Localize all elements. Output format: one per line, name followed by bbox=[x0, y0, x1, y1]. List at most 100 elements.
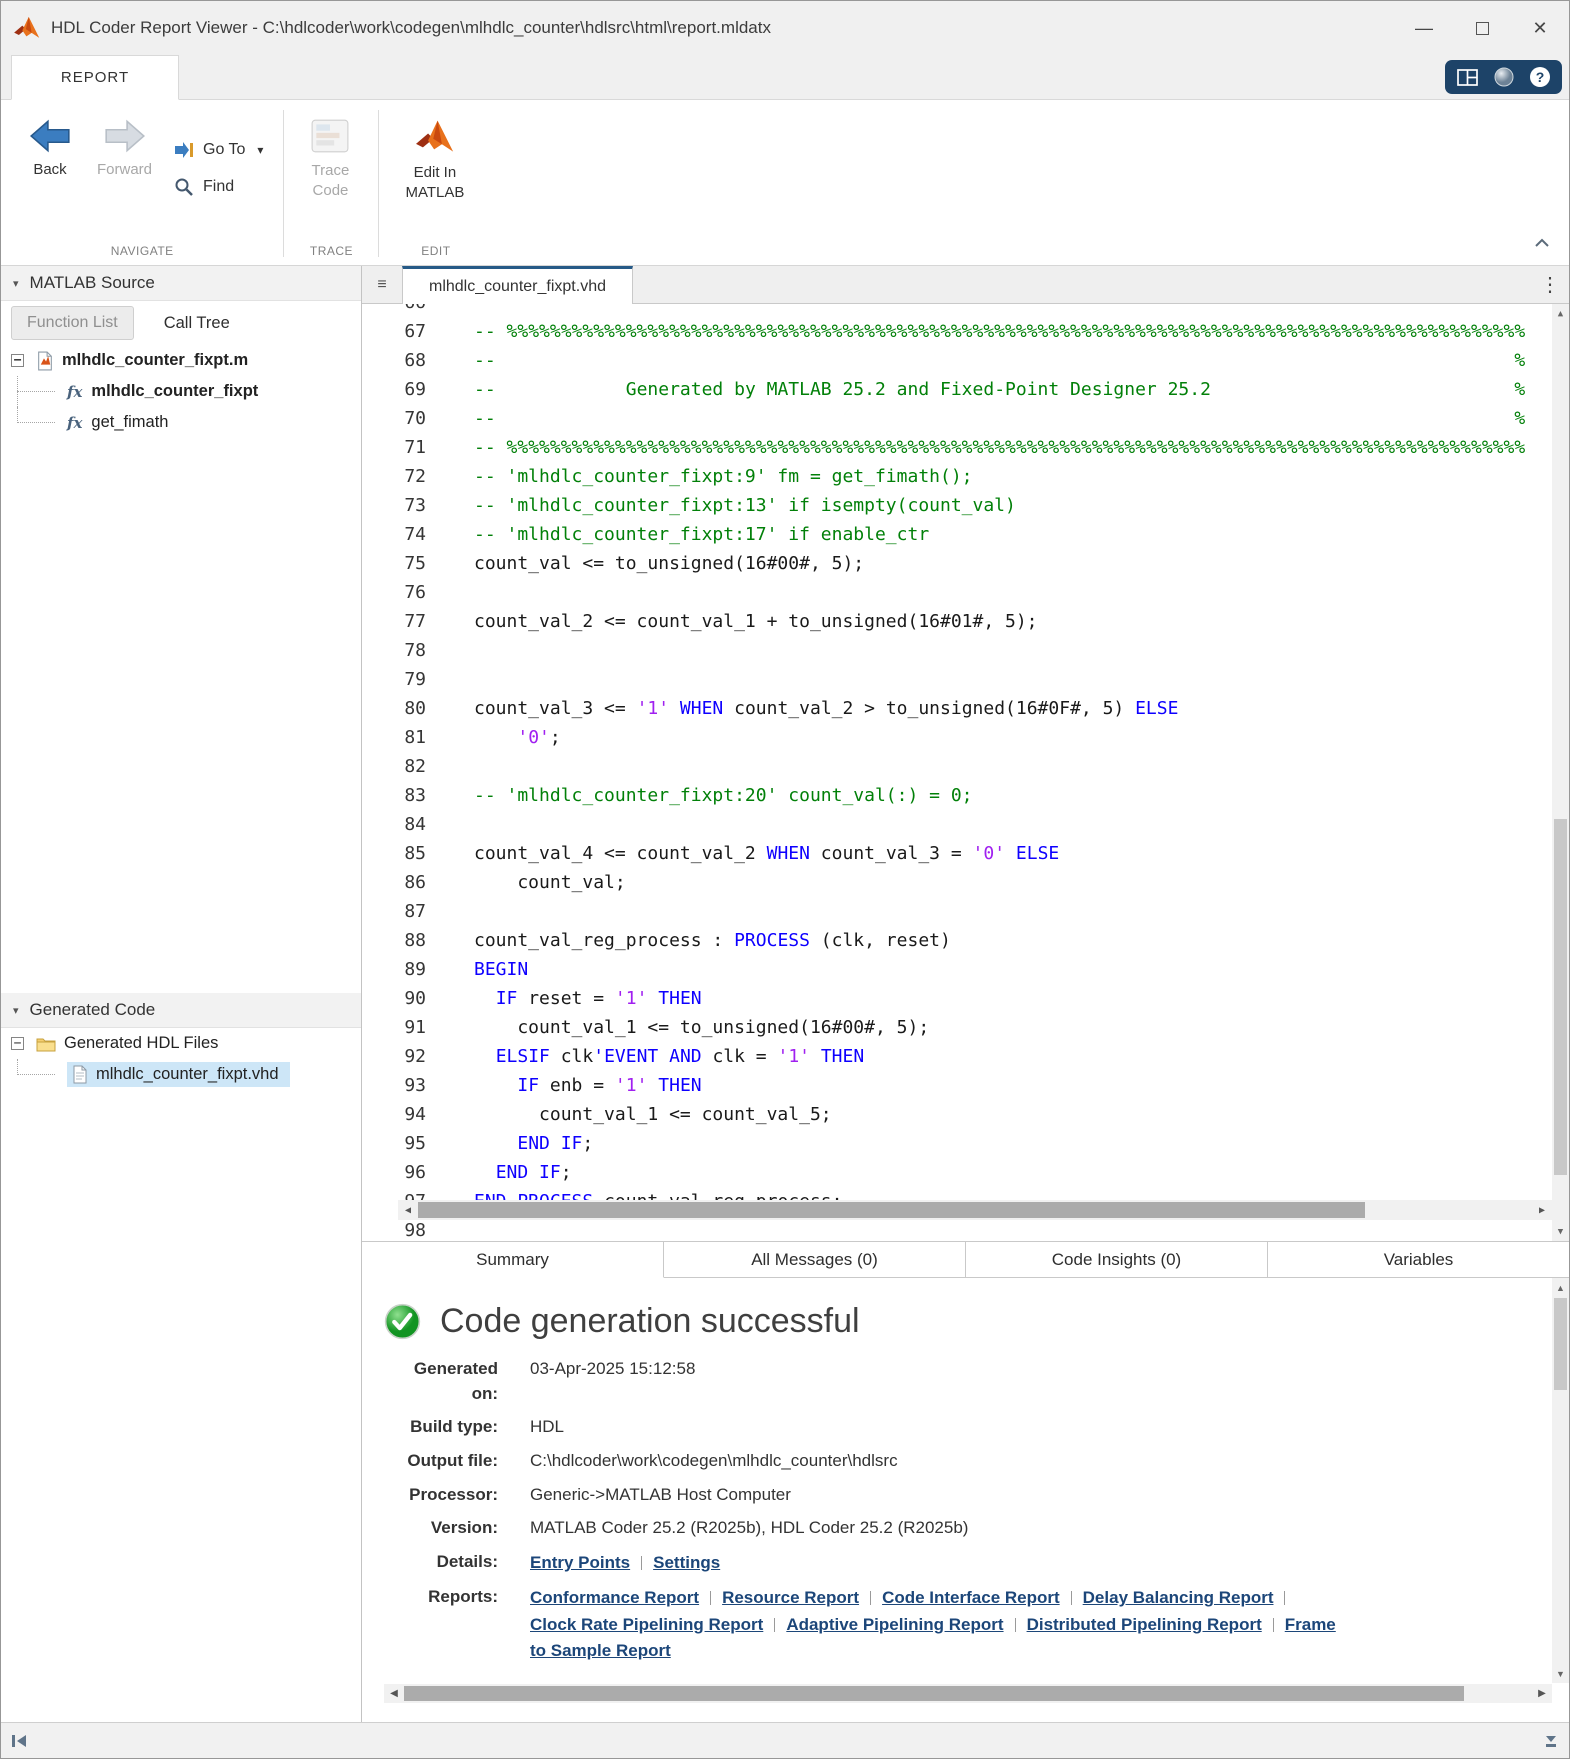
line-number: 92 bbox=[362, 1042, 426, 1071]
tab-all-messages[interactable]: All Messages (0) bbox=[664, 1242, 966, 1278]
scroll-down-arrow[interactable]: ▼ bbox=[1552, 1665, 1569, 1682]
summary-link[interactable]: Distributed Pipelining Report bbox=[1027, 1615, 1262, 1634]
summary-horizontal-scrollbar[interactable]: ◀ ▶ bbox=[384, 1684, 1552, 1703]
edit-in-matlab-button[interactable]: Edit In MATLAB bbox=[393, 110, 476, 210]
code-line: 85count_val_4 <= count_val_2 WHEN count_… bbox=[362, 839, 1552, 868]
minimize-button[interactable]: — bbox=[1395, 1, 1453, 55]
back-button[interactable]: Back bbox=[15, 110, 85, 186]
tree-collapse-icon[interactable]: − bbox=[11, 1037, 24, 1050]
tab-report[interactable]: REPORT bbox=[11, 55, 179, 100]
line-number: 73 bbox=[362, 491, 426, 520]
tab-overflow-icon[interactable]: ⋮ bbox=[1531, 266, 1569, 303]
scrollbar-thumb[interactable] bbox=[418, 1202, 1365, 1218]
code-text: IF reset = '1' THEN bbox=[426, 984, 702, 1013]
code-line: 71-- %%%%%%%%%%%%%%%%%%%%%%%%%%%%%%%%%%%… bbox=[362, 433, 1552, 462]
search-icon bbox=[174, 177, 194, 197]
edit-in-matlab-label: Edit In MATLAB bbox=[405, 163, 464, 202]
scroll-down-arrow[interactable]: ▼ bbox=[1552, 1223, 1569, 1240]
function-icon: fx bbox=[67, 414, 82, 432]
trace-code-label-line1: Trace bbox=[312, 161, 350, 181]
summary-link[interactable]: Conformance Report bbox=[530, 1588, 699, 1607]
tree-row[interactable]: fx mlhdlc_counter_fixpt bbox=[1, 376, 361, 407]
scrollbar-track[interactable] bbox=[418, 1200, 1532, 1220]
summary-field-value: 03-Apr-2025 15:12:58 bbox=[530, 1357, 1552, 1406]
summary-link[interactable]: Code Interface Report bbox=[882, 1588, 1060, 1607]
tree-collapse-icon[interactable]: − bbox=[11, 354, 24, 367]
find-button[interactable]: Find bbox=[174, 177, 263, 197]
code-token: count_val_2 <= count_val_1 + to_unsigned… bbox=[474, 611, 1038, 632]
code-token: PROCESS bbox=[734, 930, 810, 951]
summary-link[interactable]: Resource Report bbox=[722, 1588, 859, 1607]
scroll-up-arrow[interactable]: ▲ bbox=[1552, 305, 1569, 322]
tree-row[interactable]: − mlhdlc_counter_fixpt.m bbox=[1, 345, 361, 376]
line-number: 79 bbox=[362, 665, 426, 694]
summary-status-row: Code generation successful bbox=[384, 1302, 1552, 1341]
sidebar-spacer bbox=[1, 438, 361, 993]
editor-tab-bar: ≡ mlhdlc_counter_fixpt.vhd ⋮ bbox=[362, 266, 1569, 304]
goto-icon bbox=[174, 140, 194, 160]
code-line: 82 bbox=[362, 752, 1552, 781]
edit-in-matlab-label-line2: MATLAB bbox=[405, 183, 464, 203]
document-icon bbox=[72, 1065, 88, 1084]
code-text: BEGIN bbox=[426, 955, 528, 984]
title-bar: HDL Coder Report Viewer - C:\hdlcoder\wo… bbox=[1, 1, 1569, 55]
go-to-first-icon[interactable] bbox=[10, 1732, 28, 1750]
globe-icon[interactable] bbox=[1494, 67, 1514, 87]
scrollbar-thumb[interactable] bbox=[404, 1686, 1464, 1701]
tab-summary[interactable]: Summary bbox=[362, 1242, 664, 1278]
code-token: -- 'mlhdlc_counter_fixpt:17' if enable_c… bbox=[474, 524, 929, 545]
tree-row[interactable]: − Generated HDL Files bbox=[1, 1028, 361, 1059]
scroll-right-arrow[interactable]: ▶ bbox=[1532, 1684, 1552, 1704]
matlab-file-icon bbox=[36, 351, 54, 371]
editor-tab-active[interactable]: mlhdlc_counter_fixpt.vhd bbox=[402, 266, 633, 304]
quick-access-toolbar: ? bbox=[1445, 60, 1562, 94]
forward-button[interactable]: Forward bbox=[85, 110, 164, 186]
close-button[interactable]: ✕ bbox=[1511, 1, 1569, 55]
scrollbar-thumb[interactable] bbox=[1554, 819, 1567, 1175]
code-vertical-scrollbar[interactable]: ▲ ▼ bbox=[1552, 304, 1569, 1241]
summary-link[interactable]: Settings bbox=[653, 1553, 720, 1572]
matlab-source-header[interactable]: ▾ MATLAB Source bbox=[1, 266, 361, 301]
tab-variables[interactable]: Variables bbox=[1268, 1242, 1569, 1278]
tree-row-selected[interactable]: mlhdlc_counter_fixpt.vhd bbox=[1, 1059, 361, 1090]
summary-link[interactable]: Clock Rate Pipelining Report bbox=[530, 1615, 763, 1634]
layout-grid-icon[interactable] bbox=[1457, 69, 1478, 86]
help-icon[interactable]: ? bbox=[1530, 67, 1550, 87]
code-line: 76 bbox=[362, 578, 1552, 607]
matlab-logo-icon bbox=[414, 118, 456, 156]
collapse-ribbon-button[interactable] bbox=[1529, 233, 1555, 253]
tab-call-tree[interactable]: Call Tree bbox=[164, 314, 230, 333]
trace-code-button[interactable]: Trace Code bbox=[298, 110, 362, 208]
tab-list-icon[interactable]: ≡ bbox=[362, 266, 402, 303]
code-line: 70-- % bbox=[362, 404, 1552, 433]
line-number: 70 bbox=[362, 404, 426, 433]
code-token bbox=[474, 1075, 517, 1096]
code-horizontal-scrollbar[interactable]: ◀ ▶ bbox=[398, 1200, 1552, 1220]
tab-code-insights[interactable]: Code Insights (0) bbox=[966, 1242, 1268, 1278]
scroll-left-arrow[interactable]: ◀ bbox=[398, 1200, 418, 1220]
summary-link[interactable]: Delay Balancing Report bbox=[1083, 1588, 1274, 1607]
generated-code-header[interactable]: ▾ Generated Code bbox=[1, 993, 361, 1028]
scrollbar-thumb[interactable] bbox=[1554, 1298, 1567, 1390]
code-text: count_val_3 <= '1' WHEN count_val_2 > to… bbox=[426, 694, 1178, 723]
tab-function-list[interactable]: Function List bbox=[11, 306, 134, 340]
line-number: 67 bbox=[362, 317, 426, 346]
dock-bottom-icon[interactable] bbox=[1542, 1732, 1560, 1750]
goto-button[interactable]: Go To ▾ bbox=[174, 140, 263, 160]
scroll-left-arrow[interactable]: ◀ bbox=[384, 1684, 404, 1704]
code-line: 69-- Generated by MATLAB 25.2 and Fixed-… bbox=[362, 375, 1552, 404]
maximize-icon bbox=[1476, 22, 1489, 35]
scroll-up-arrow[interactable]: ▲ bbox=[1552, 1279, 1569, 1296]
line-number: 89 bbox=[362, 955, 426, 984]
scrollbar-track[interactable] bbox=[404, 1684, 1532, 1703]
code-token bbox=[658, 1046, 669, 1067]
code-token: -- 'mlhdlc_counter_fixpt:9' fm = get_fim… bbox=[474, 466, 973, 487]
scroll-right-arrow[interactable]: ▶ bbox=[1532, 1200, 1552, 1220]
tree-row[interactable]: fx get_fimath bbox=[1, 407, 361, 438]
maximize-button[interactable] bbox=[1453, 1, 1511, 55]
code-token: enb = bbox=[539, 1075, 615, 1096]
summary-link[interactable]: Adaptive Pipelining Report bbox=[786, 1615, 1003, 1634]
summary-link[interactable]: Entry Points bbox=[530, 1553, 630, 1572]
line-number: 81 bbox=[362, 723, 426, 752]
summary-vertical-scrollbar[interactable]: ▲ ▼ bbox=[1552, 1278, 1569, 1683]
